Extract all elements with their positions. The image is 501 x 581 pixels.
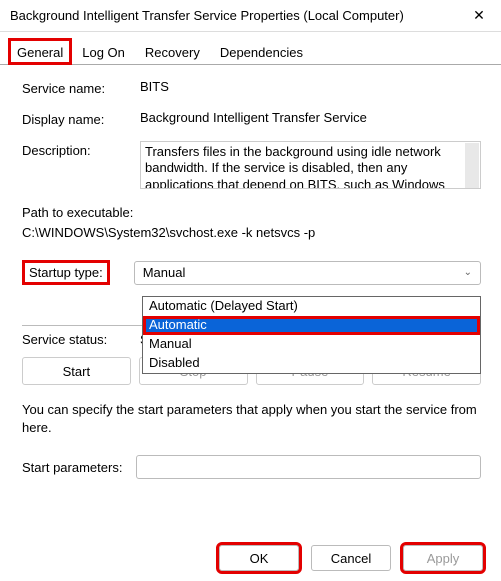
- service-name-value: BITS: [140, 79, 481, 94]
- description-row: Description: Transfers files in the back…: [22, 141, 481, 189]
- start-button[interactable]: Start: [22, 357, 131, 385]
- tab-general-highlight: General: [8, 38, 72, 65]
- option-disabled[interactable]: Disabled: [143, 354, 480, 373]
- startup-type-highlight: Startup type:: [22, 260, 110, 285]
- tab-general-wrap[interactable]: General: [8, 38, 72, 65]
- option-automatic-delayed[interactable]: Automatic (Delayed Start): [143, 297, 480, 316]
- display-name-label: Display name:: [22, 110, 140, 127]
- apply-button: Apply: [403, 545, 483, 571]
- startup-type-row: Startup type: Manual ⌄: [22, 260, 481, 285]
- start-params-note: You can specify the start parameters tha…: [22, 401, 481, 437]
- display-name-row: Display name: Background Intelligent Tra…: [22, 110, 481, 127]
- description-label: Description:: [22, 141, 140, 158]
- ok-button[interactable]: OK: [219, 545, 299, 571]
- display-name-value: Background Intelligent Transfer Service: [140, 110, 481, 125]
- tab-logon[interactable]: Log On: [72, 39, 135, 64]
- startup-type-select[interactable]: Manual ⌄: [134, 261, 481, 285]
- service-name-row: Service name: BITS: [22, 79, 481, 96]
- dialog-footer: OK Cancel Apply: [219, 545, 483, 571]
- service-name-label: Service name:: [22, 79, 140, 96]
- startup-type-selected: Manual: [143, 265, 186, 280]
- close-button[interactable]: ✕: [457, 0, 501, 32]
- option-automatic[interactable]: Automatic: [143, 316, 480, 335]
- tab-general-label: General: [17, 45, 63, 60]
- start-params-label: Start parameters:: [22, 460, 122, 475]
- description-text: Transfers files in the background using …: [145, 144, 445, 189]
- path-block: Path to executable: C:\WINDOWS\System32\…: [22, 203, 481, 242]
- description-box[interactable]: Transfers files in the background using …: [140, 141, 481, 189]
- window-title: Background Intelligent Transfer Service …: [10, 8, 404, 23]
- service-status-label: Service status:: [22, 332, 140, 347]
- start-params-row: Start parameters:: [22, 455, 481, 479]
- chevron-down-icon: ⌄: [464, 267, 472, 278]
- content-area: Service name: BITS Display name: Backgro…: [0, 65, 501, 489]
- startup-type-dropdown[interactable]: Automatic (Delayed Start) Automatic Manu…: [142, 296, 481, 374]
- start-params-input[interactable]: [136, 455, 481, 479]
- tab-recovery[interactable]: Recovery: [135, 39, 210, 64]
- cancel-button[interactable]: Cancel: [311, 545, 391, 571]
- tab-dependencies[interactable]: Dependencies: [210, 39, 313, 64]
- path-label: Path to executable:: [22, 203, 481, 223]
- titlebar: Background Intelligent Transfer Service …: [0, 0, 501, 32]
- option-manual[interactable]: Manual: [143, 335, 480, 354]
- tab-bar: General Log On Recovery Dependencies: [0, 32, 501, 65]
- close-icon: ✕: [473, 7, 485, 24]
- startup-type-label: Startup type:: [29, 265, 103, 280]
- description-scrollbar[interactable]: [465, 143, 479, 189]
- path-value: C:\WINDOWS\System32\svchost.exe -k netsv…: [22, 223, 481, 243]
